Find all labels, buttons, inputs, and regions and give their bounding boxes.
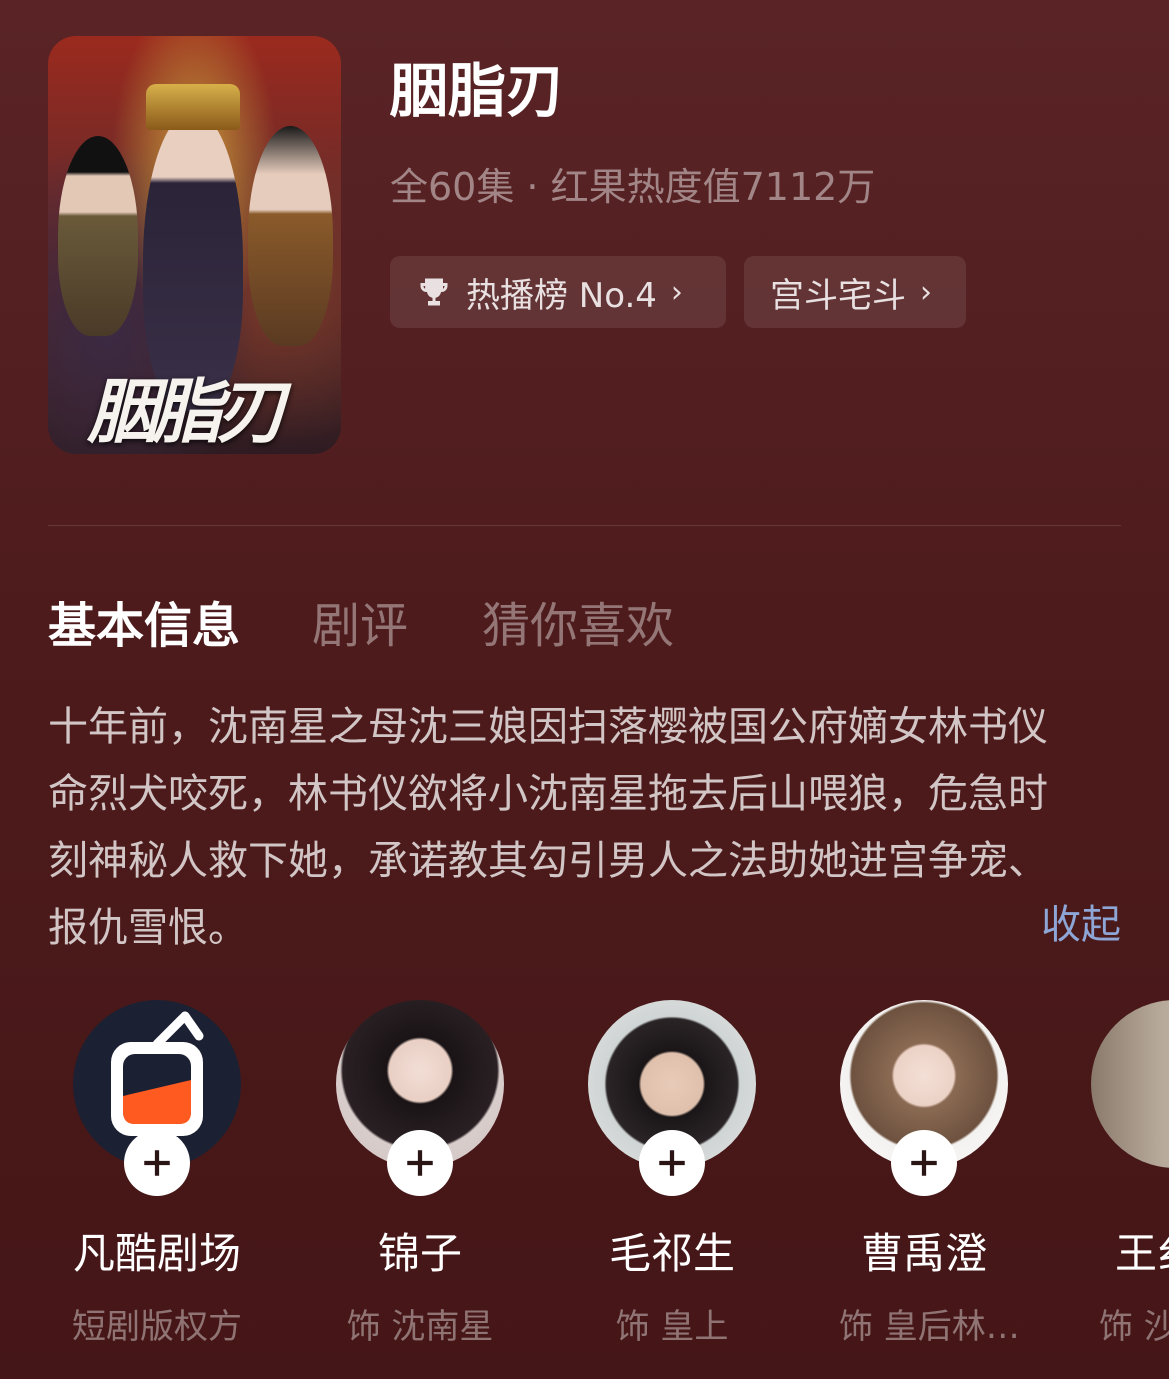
chevron-right-icon: ›	[920, 274, 932, 310]
cast-role: 饰 皇上	[615, 1307, 729, 1347]
synopsis-line: 报仇雪恨。	[48, 905, 248, 951]
follow-plus-button[interactable]	[124, 1130, 190, 1196]
chevron-right-icon: ›	[670, 274, 683, 310]
follow-plus-button[interactable]	[639, 1130, 705, 1196]
show-title: 胭脂刃	[390, 57, 565, 125]
tab-recommendations[interactable]: 猜你喜欢	[482, 586, 674, 656]
synopsis-line: 十年前，沈南星之母沈三娘因扫落樱被国公府嫡女林书仪	[48, 704, 1048, 750]
synopsis-line: 刻神秘人救下她，承诺教其勾引男人之法助她进宫争宠、	[48, 838, 1048, 884]
cast-name: 毛祁生	[608, 1229, 735, 1278]
avatar[interactable]	[840, 1000, 1008, 1196]
cast-role: 短剧版权方	[72, 1307, 242, 1347]
avatar[interactable]	[588, 1000, 756, 1196]
genre-chip-label: 宫斗宅斗	[770, 275, 906, 316]
divider	[48, 525, 1121, 526]
cast-name: 锦子	[377, 1229, 462, 1278]
poster-image[interactable]: 胭脂刃	[48, 36, 341, 454]
collapse-link[interactable]: 收起	[1041, 892, 1121, 950]
cast-item[interactable]: 锦子 饰 沈南星	[335, 1000, 505, 1348]
plus-icon	[659, 1150, 685, 1176]
follow-plus-button[interactable]	[387, 1130, 453, 1196]
tab-basic-info[interactable]: 基本信息	[48, 586, 240, 656]
ranking-chip-label: 热播榜 No.4	[466, 275, 657, 316]
cast-role: 饰 沙	[1099, 1307, 1169, 1347]
avatar[interactable]	[73, 1000, 241, 1196]
synopsis: 十年前，沈南星之母沈三娘因扫落樱被国公府嫡女林书仪 命烈犬咬死，林书仪欲将小沈南…	[48, 694, 1120, 962]
cast-role: 饰 皇后林…	[839, 1307, 1020, 1347]
actor-photo	[1091, 1000, 1169, 1168]
avatar[interactable]	[336, 1000, 504, 1196]
poster-title: 胭脂刃	[88, 370, 286, 453]
cast-item[interactable]: 王纟 饰 沙	[1091, 1000, 1169, 1348]
plus-icon	[911, 1150, 937, 1176]
tab-reviews[interactable]: 剧评	[312, 586, 408, 656]
show-meta: 全60集 · 红果热度值7112万	[390, 165, 876, 209]
trophy-icon	[420, 278, 448, 306]
poster-crown	[146, 84, 240, 130]
cast-item[interactable]: 曹禹澄 饰 皇后林…	[839, 1000, 1020, 1348]
follow-plus-button[interactable]	[891, 1130, 957, 1196]
cast-name: 凡酷剧场	[72, 1229, 241, 1278]
cast-role: 饰 沈南星	[346, 1307, 494, 1347]
synopsis-line: 命烈犬咬死，林书仪欲将小沈南星拖去后山喂狼，危急时	[48, 771, 1048, 817]
cast-name: 曹禹澄	[860, 1229, 987, 1278]
avatar[interactable]	[1091, 1000, 1169, 1168]
cast-item[interactable]: 毛祁生 饰 皇上	[587, 1000, 757, 1348]
cast-item[interactable]: 凡酷剧场 短剧版权方	[72, 1000, 242, 1348]
plus-icon	[144, 1150, 170, 1176]
genre-chip[interactable]: 宫斗宅斗 ›	[744, 256, 966, 328]
poster-figure-left	[58, 136, 138, 336]
poster-figure-right	[248, 126, 333, 346]
cast-name: 王纟	[1115, 1229, 1169, 1278]
ranking-chip[interactable]: 热播榜 No.4 ›	[390, 256, 726, 328]
plus-icon	[407, 1150, 433, 1176]
